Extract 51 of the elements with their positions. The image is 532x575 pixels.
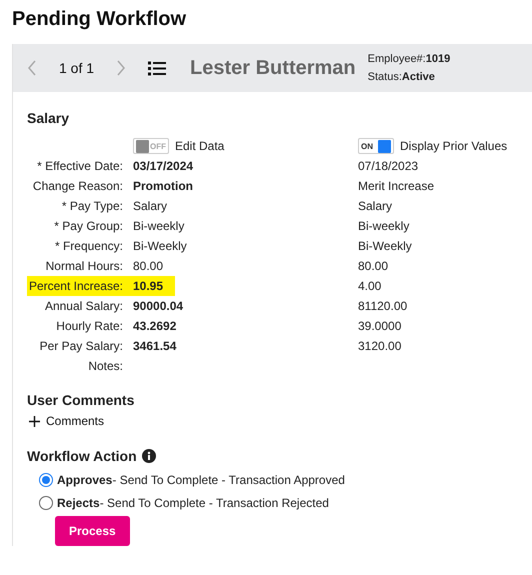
field-value: 3461.54 bbox=[133, 338, 176, 355]
employee-name: Lester Butterman bbox=[190, 56, 356, 80]
pager-text: 1 of 1 bbox=[59, 60, 94, 76]
field-value: Salary bbox=[133, 198, 168, 215]
radio-label: Approves- Send To Complete - Transaction Approved bbox=[57, 472, 345, 486]
field-label: * Frequency: bbox=[54, 238, 124, 255]
prior-value: Merit Increase bbox=[358, 178, 436, 195]
radio-label: Rejects- Send To Complete - Transaction Rejected bbox=[57, 496, 329, 510]
field-value: Promotion bbox=[133, 178, 193, 195]
field-label: Annual Salary: bbox=[44, 298, 124, 315]
employee-number: Employee#:1019 bbox=[368, 53, 450, 65]
section-heading: User Comments bbox=[27, 392, 136, 408]
prior-value: 81120.00 bbox=[358, 298, 408, 315]
field-label: * Pay Type: bbox=[60, 198, 124, 215]
field-label: Percent Increase: bbox=[27, 276, 133, 296]
toggle-label: Edit Data bbox=[175, 139, 224, 153]
plus-icon bbox=[29, 416, 40, 426]
field-label: * Effective Date: bbox=[36, 158, 124, 175]
process-button[interactable]: Process bbox=[55, 516, 130, 546]
field-label: Change Reason: bbox=[32, 178, 124, 195]
field-label: Per Pay Salary: bbox=[38, 338, 124, 355]
prior-value: 3120.00 bbox=[358, 338, 402, 355]
field-label: Normal Hours: bbox=[44, 258, 124, 275]
section-heading: Salary bbox=[27, 110, 70, 126]
add-comments-button[interactable]: Comments bbox=[29, 414, 104, 428]
radio-button[interactable] bbox=[39, 472, 53, 486]
prior-value: 4.00 bbox=[358, 278, 382, 295]
field-value: 43.2692 bbox=[133, 318, 176, 335]
employee-status: Status:Active bbox=[368, 71, 436, 83]
field-value: 03/17/2024 bbox=[133, 158, 194, 175]
field-label: Hourly Rate: bbox=[55, 318, 124, 335]
toggle-switch[interactable]: ON bbox=[358, 138, 394, 154]
field-value: 90000.04 bbox=[133, 298, 184, 315]
field-value: Bi-weekly bbox=[133, 218, 184, 235]
radio-button[interactable] bbox=[39, 496, 53, 510]
page-title: Pending Workflow bbox=[12, 8, 188, 32]
list-icon[interactable] bbox=[148, 60, 166, 76]
prior-value: Salary bbox=[358, 198, 394, 215]
field-value: 80.00 bbox=[133, 258, 164, 275]
prior-value: Bi-Weekly bbox=[358, 238, 413, 255]
field-value: 10.95 bbox=[133, 276, 176, 296]
prior-value: 80.00 bbox=[358, 258, 390, 275]
info-icon[interactable] bbox=[142, 449, 156, 463]
field-value: Bi-Weekly bbox=[133, 238, 187, 255]
field-label: Notes: bbox=[87, 358, 124, 375]
toggle-label: Display Prior Values bbox=[400, 139, 508, 153]
prior-value: 39.0000 bbox=[358, 318, 402, 335]
prior-value: Bi-weekly bbox=[358, 218, 410, 235]
prior-value: 07/18/2023 bbox=[358, 158, 420, 175]
section-heading: Workflow Action bbox=[27, 448, 137, 464]
field-label: * Pay Group: bbox=[53, 218, 124, 235]
